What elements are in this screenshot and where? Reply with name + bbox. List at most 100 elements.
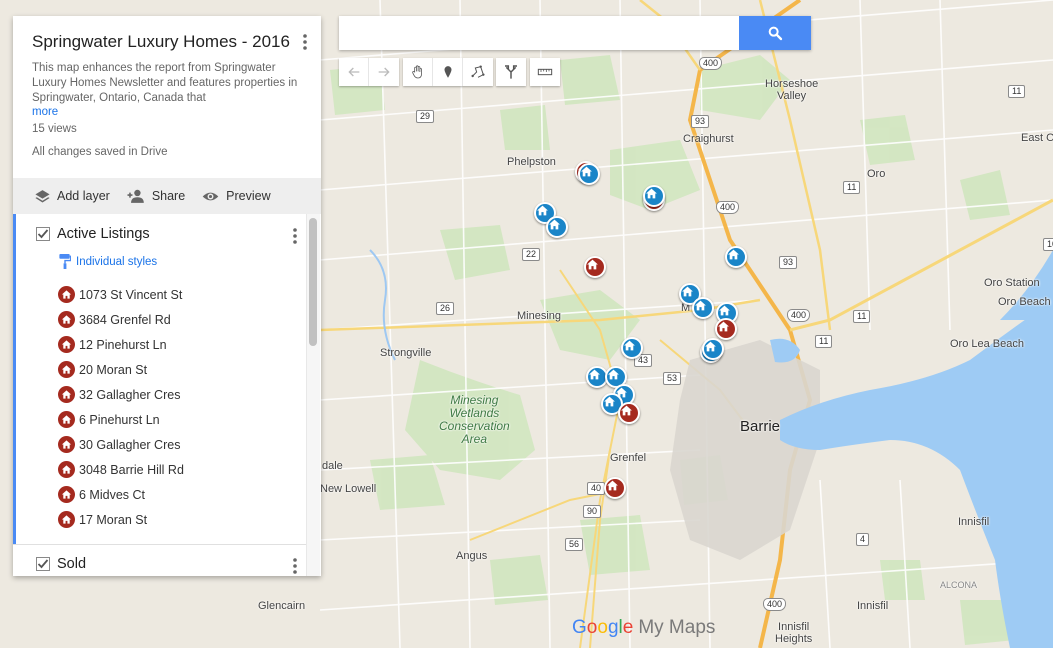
- listing-item[interactable]: 20 Moran St: [58, 357, 184, 382]
- action-bar: Add layer Share Preview: [13, 178, 321, 214]
- measure-button[interactable]: [530, 58, 560, 86]
- checkbox-icon: [36, 557, 50, 571]
- active-listing-marker[interactable]: [604, 477, 626, 499]
- sold-listing-marker[interactable]: [643, 185, 665, 207]
- road-shield: 93: [779, 256, 798, 269]
- house-icon: [581, 166, 592, 177]
- listing-item[interactable]: 3684 Grenfel Rd: [58, 307, 184, 332]
- sold-listing-marker[interactable]: [546, 216, 568, 238]
- house-icon: [61, 440, 72, 449]
- layers-list: Active Listings Individual styles 1073 S…: [13, 214, 321, 576]
- place-label: Craighurst: [683, 133, 734, 145]
- layer-visibility-checkbox[interactable]: [36, 227, 50, 241]
- house-icon: [719, 305, 730, 316]
- listing-item[interactable]: 3048 Barrie Hill Rd: [58, 457, 184, 482]
- draw-line-button[interactable]: [463, 58, 493, 86]
- add-layer-button[interactable]: Add layer: [34, 188, 110, 205]
- sold-listing-marker[interactable]: [621, 337, 643, 359]
- house-marker-icon: [58, 386, 75, 403]
- house-icon: [61, 315, 72, 324]
- active-listing-marker[interactable]: [584, 256, 606, 278]
- house-marker-icon: [58, 486, 75, 503]
- individual-styles-link[interactable]: Individual styles: [59, 254, 157, 269]
- more-link[interactable]: more: [32, 106, 298, 118]
- sold-listing-marker[interactable]: [702, 338, 724, 360]
- save-status: All changes saved in Drive: [32, 146, 168, 158]
- view-count: 15 views: [32, 123, 77, 135]
- layer-options-button[interactable]: [293, 228, 297, 249]
- road-shield: 53: [663, 372, 682, 385]
- map-options-button[interactable]: [303, 34, 307, 55]
- preview-button[interactable]: Preview: [201, 188, 271, 205]
- place-label: Strongville: [380, 347, 432, 359]
- place-label: Oro Station: [984, 277, 1040, 289]
- place-label: Glencairn: [258, 600, 306, 612]
- house-icon: [718, 321, 729, 332]
- layer-options-button[interactable]: [293, 558, 297, 576]
- layer-divider: [13, 544, 306, 545]
- map-title[interactable]: Springwater Luxury Homes - 2016: [32, 32, 302, 52]
- place-label: Innisfil: [857, 600, 889, 612]
- house-icon: [624, 340, 635, 351]
- listing-item[interactable]: 12 Pinehurst Ln: [58, 332, 184, 357]
- road-shield: 90: [583, 505, 602, 518]
- sold-listing-marker[interactable]: [692, 297, 714, 319]
- layer-name[interactable]: Sold: [57, 556, 86, 572]
- map-description[interactable]: This map enhances the report from Spring…: [32, 61, 298, 118]
- listing-item[interactable]: 6 Pinehurst Ln: [58, 407, 184, 432]
- search-button[interactable]: [739, 16, 811, 50]
- house-marker-icon: [58, 311, 75, 328]
- house-icon: [695, 300, 706, 311]
- house-marker-icon: [58, 361, 75, 378]
- listing-label: 20 Moran St: [79, 362, 148, 377]
- listing-label: 6 Pinehurst Ln: [79, 412, 160, 427]
- road-shield: 40: [587, 482, 606, 495]
- add-person-icon: [127, 189, 144, 203]
- pan-tool-button[interactable]: [403, 58, 433, 86]
- house-marker-icon: [58, 336, 75, 353]
- house-marker-icon: [58, 511, 75, 528]
- listing-item[interactable]: 1073 St Vincent St: [58, 282, 184, 307]
- add-marker-button[interactable]: [433, 58, 463, 86]
- sold-listing-marker[interactable]: [725, 246, 747, 268]
- google-wordmark: Google: [572, 617, 634, 638]
- marker-icon: [444, 66, 451, 78]
- house-marker-icon: [58, 461, 75, 478]
- active-listing-marker[interactable]: [715, 318, 737, 340]
- active-listing-marker[interactable]: [618, 402, 640, 424]
- road-shield: 11: [1008, 85, 1026, 98]
- listing-item[interactable]: 6 Midves Ct: [58, 482, 184, 507]
- search-input[interactable]: [339, 16, 739, 50]
- house-icon: [537, 205, 548, 216]
- road-shield: 400: [716, 201, 740, 214]
- listing-item[interactable]: 30 Gallagher Cres: [58, 432, 184, 457]
- share-button[interactable]: Share: [126, 188, 185, 205]
- sold-listing-marker[interactable]: [578, 163, 600, 185]
- listing-item[interactable]: 17 Moran St: [58, 507, 184, 532]
- checkbox-icon: [36, 227, 50, 241]
- place-label: Oro Lea Beach: [950, 338, 1024, 350]
- road-shield: 4: [856, 533, 870, 546]
- share-label: Share: [151, 189, 186, 203]
- add-directions-button[interactable]: [496, 58, 526, 86]
- scrollbar-thumb[interactable]: [309, 218, 317, 346]
- redo-button[interactable]: [369, 58, 399, 86]
- house-icon: [604, 396, 615, 407]
- menu-dots-icon: [293, 228, 297, 244]
- listing-label: 17 Moran St: [79, 512, 148, 527]
- listing-item[interactable]: 32 Gallagher Cres: [58, 382, 184, 407]
- house-icon: [61, 415, 72, 424]
- layer-visibility-checkbox[interactable]: [36, 557, 50, 571]
- house-icon: [61, 515, 72, 524]
- listing-label: 6 Midves Ct: [79, 487, 145, 502]
- road-shield: 29: [416, 110, 435, 123]
- layer-name[interactable]: Active Listings: [57, 226, 150, 242]
- place-label: Oro: [867, 168, 886, 180]
- undo-button[interactable]: [339, 58, 369, 86]
- layer-active-listings: Active Listings: [36, 226, 150, 242]
- listing-label: 30 Gallagher Cres: [79, 437, 181, 452]
- house-icon: [621, 405, 632, 416]
- road-shield: 400: [763, 598, 787, 611]
- house-icon: [682, 286, 693, 297]
- preview-label: Preview: [226, 189, 271, 203]
